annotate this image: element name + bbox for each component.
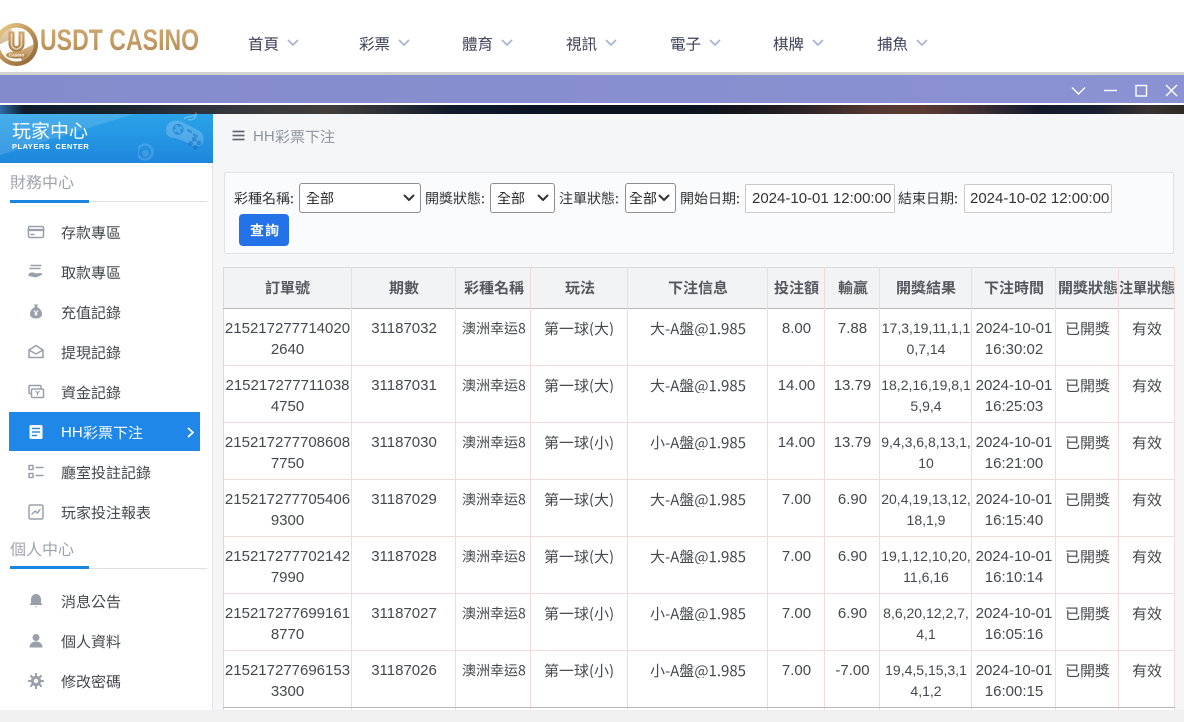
svg-text:Casino: Casino [8,52,24,57]
